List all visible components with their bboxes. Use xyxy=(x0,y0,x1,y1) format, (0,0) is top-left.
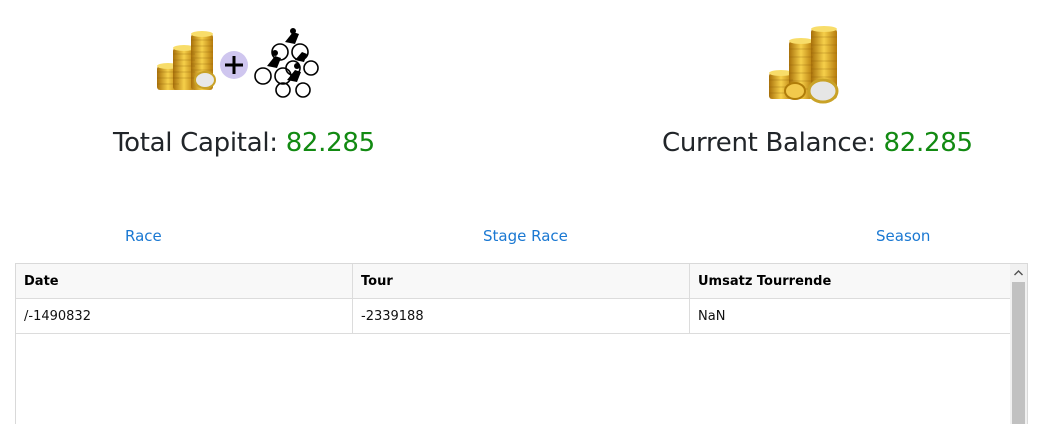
column-header-date[interactable]: Date xyxy=(16,264,353,298)
current-balance-value: 82.285 xyxy=(883,128,973,158)
tab-stage-race[interactable]: Stage Race xyxy=(483,227,568,245)
cell-umsatz: NaN xyxy=(698,308,726,324)
column-header-umsatz[interactable]: Umsatz Tourrende xyxy=(690,264,1011,298)
chevron-up-icon xyxy=(1014,269,1023,275)
total-capital-label: Total Capital: xyxy=(113,128,278,158)
current-balance: Current Balance: 82.285 xyxy=(662,128,973,158)
balance-icon-group xyxy=(765,25,847,105)
tab-race[interactable]: Race xyxy=(125,227,162,245)
total-capital: Total Capital: 82.285 xyxy=(113,128,375,158)
scrollbar-thumb[interactable] xyxy=(1012,282,1025,424)
table-row[interactable]: /-1490832 -2339188 NaN xyxy=(16,299,1011,334)
cell-tour: -2339188 xyxy=(353,299,690,333)
cell-date: /-1490832 xyxy=(16,299,353,333)
coins-icon xyxy=(769,26,839,104)
vertical-scrollbar[interactable] xyxy=(1010,264,1027,424)
column-header-tour[interactable]: Tour xyxy=(353,264,690,298)
current-balance-label: Current Balance: xyxy=(662,128,876,158)
coins-icon xyxy=(157,28,319,98)
total-capital-value: 82.285 xyxy=(285,128,375,158)
scroll-up-button[interactable] xyxy=(1010,264,1027,281)
tab-season[interactable]: Season xyxy=(876,227,930,245)
data-grid: Date Tour Umsatz Tourrende /-1490832 -23… xyxy=(15,263,1028,424)
grid-header: Date Tour Umsatz Tourrende xyxy=(16,264,1011,299)
capital-icon-group xyxy=(155,28,320,100)
